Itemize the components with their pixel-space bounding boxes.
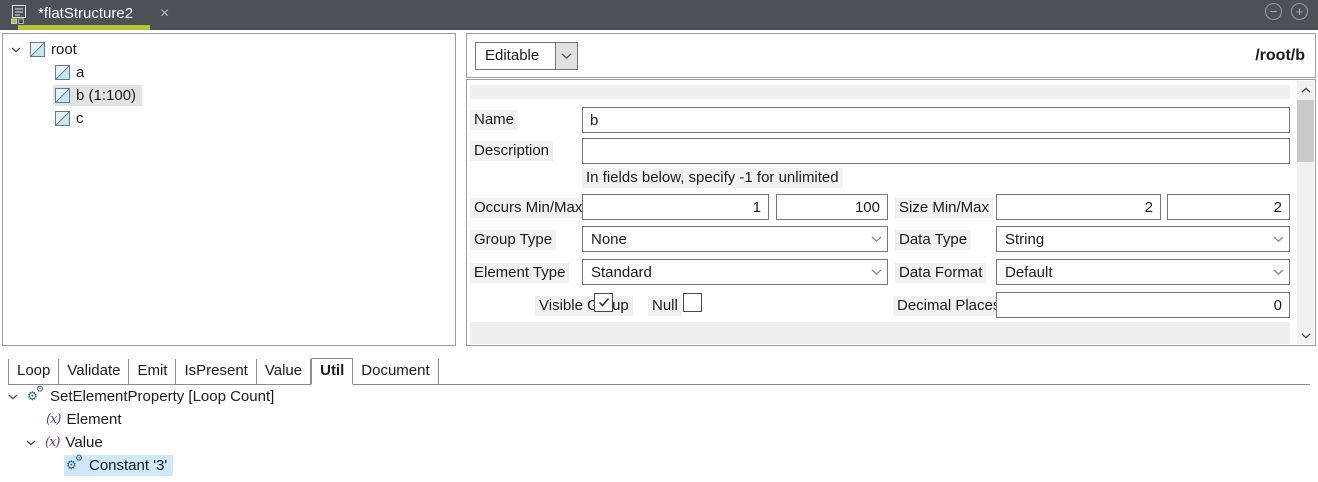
rule-item-label: Constant '3'	[89, 457, 167, 474]
tab-validate[interactable]: Validate	[59, 359, 129, 384]
form-top-strip	[470, 85, 1290, 99]
visible-group-checkbox[interactable]	[594, 293, 613, 312]
editor-tab[interactable]: *flatStructure2	[38, 0, 133, 28]
expand-plus-icon[interactable]: +	[1291, 3, 1308, 20]
window-tab-bar: *flatStructure2 × − +	[0, 0, 1318, 30]
rules-tab-bar: Loop Validate Emit IsPresent Value Util …	[8, 358, 1310, 385]
tab-util[interactable]: Util	[311, 358, 353, 385]
chevron-down-icon[interactable]	[11, 47, 21, 53]
size-min-input[interactable]	[996, 194, 1161, 220]
edit-mode-select[interactable]: Editable	[475, 42, 578, 70]
group-type-label: Group Type	[470, 230, 556, 250]
tree-item-c[interactable]: c	[3, 107, 455, 130]
scroll-up-icon[interactable]	[1297, 81, 1314, 98]
decimal-places-input[interactable]	[996, 292, 1290, 318]
null-checkbox[interactable]	[683, 293, 702, 312]
selected-tree-item: b (1:100)	[53, 85, 142, 106]
chevron-down-icon	[865, 227, 887, 251]
description-label: Description	[470, 141, 553, 161]
data-type-select[interactable]: String	[996, 226, 1290, 252]
chevron-down-icon	[1267, 260, 1289, 284]
data-format-value: Default	[997, 264, 1267, 281]
form-bottom-strip	[470, 322, 1290, 344]
chevron-down-icon[interactable]	[8, 394, 18, 400]
chevron-down-icon[interactable]	[555, 42, 578, 70]
name-input[interactable]	[582, 107, 1290, 133]
rule-item-constant[interactable]: ⚙⚙ Constant '3'	[0, 454, 1318, 477]
tree-item-b[interactable]: b (1:100)	[3, 84, 455, 107]
scrollbar-thumb[interactable]	[1297, 100, 1314, 162]
chevron-down-icon	[1267, 227, 1289, 251]
group-type-value: None	[583, 231, 865, 248]
size-minmax-label: Size Min/Max	[895, 198, 993, 218]
element-icon	[55, 88, 70, 103]
decimal-places-label: Decimal Places	[893, 296, 1004, 316]
structure-tree-panel: root a b (1:100)	[2, 33, 456, 346]
element-icon	[30, 42, 45, 57]
tree-item-label: a	[76, 64, 84, 81]
tree-item-root[interactable]: root	[3, 38, 455, 61]
tree-item-label: b (1:100)	[76, 87, 136, 104]
element-type-label: Element Type	[470, 263, 569, 283]
close-icon[interactable]: ×	[156, 0, 173, 28]
element-icon	[55, 65, 70, 80]
description-input[interactable]	[582, 138, 1290, 164]
rule-item-label: Element	[66, 411, 121, 428]
element-properties-form: Name Description In fields below, specif…	[466, 79, 1316, 346]
element-type-select[interactable]: Standard	[582, 259, 888, 285]
rule-item-value[interactable]: (x) Value	[0, 431, 1318, 454]
rule-item-setelementproperty[interactable]: ⚙⚙ SetElementProperty [Loop Count]	[0, 385, 1318, 408]
data-type-value: String	[997, 231, 1267, 248]
tab-value[interactable]: Value	[257, 359, 311, 384]
collapse-minus-icon[interactable]: −	[1265, 3, 1282, 20]
element-editor-header: Editable /root/b	[466, 33, 1316, 78]
check-icon	[598, 297, 610, 308]
unlimited-note: In fields below, specify -1 for unlimite…	[582, 168, 843, 188]
tab-emit[interactable]: Emit	[129, 359, 176, 384]
element-icon	[55, 111, 70, 126]
active-tab-underline	[18, 25, 150, 30]
occurs-min-input[interactable]	[582, 194, 769, 220]
data-type-label: Data Type	[895, 230, 971, 250]
rule-item-label: Value	[65, 434, 102, 451]
null-label: Null	[648, 296, 682, 316]
function-gears-icon: ⚙⚙	[27, 388, 45, 405]
size-max-input[interactable]	[1167, 194, 1290, 220]
data-format-label: Data Format	[895, 263, 986, 283]
variable-icon: (x)	[45, 436, 59, 449]
structure-file-icon	[9, 4, 29, 25]
occurs-max-input[interactable]	[776, 194, 888, 220]
group-type-select[interactable]: None	[582, 226, 888, 252]
tab-loop[interactable]: Loop	[8, 359, 59, 384]
element-type-value: Standard	[583, 264, 865, 281]
form-scrollbar[interactable]	[1297, 81, 1314, 344]
scroll-down-icon[interactable]	[1297, 327, 1314, 344]
util-rule-tree: ⚙⚙ SetElementProperty [Loop Count] (x) E…	[0, 385, 1318, 477]
rules-panel: Loop Validate Emit IsPresent Value Util …	[0, 352, 1318, 482]
visible-group-label: Visible Group	[535, 296, 633, 316]
occurs-minmax-label: Occurs Min/Max	[470, 198, 586, 218]
chevron-down-icon	[865, 260, 887, 284]
rule-item-label: SetElementProperty [Loop Count]	[50, 388, 274, 405]
tree-item-label: c	[76, 110, 84, 127]
rule-item-element[interactable]: (x) Element	[0, 408, 1318, 431]
selected-rule-item: ⚙⚙ Constant '3'	[64, 455, 173, 476]
data-format-select[interactable]: Default	[996, 259, 1290, 285]
tab-ispresent[interactable]: IsPresent	[176, 359, 256, 384]
chevron-down-icon[interactable]	[26, 440, 36, 446]
name-label: Name	[470, 110, 518, 130]
tree-item-a[interactable]: a	[3, 61, 455, 84]
edit-mode-value: Editable	[475, 42, 555, 70]
function-gears-icon: ⚙⚙	[66, 457, 84, 474]
element-path: /root/b	[1255, 34, 1305, 77]
tab-document[interactable]: Document	[353, 359, 438, 384]
variable-icon: (x)	[46, 413, 60, 426]
tree-item-label: root	[51, 41, 77, 58]
